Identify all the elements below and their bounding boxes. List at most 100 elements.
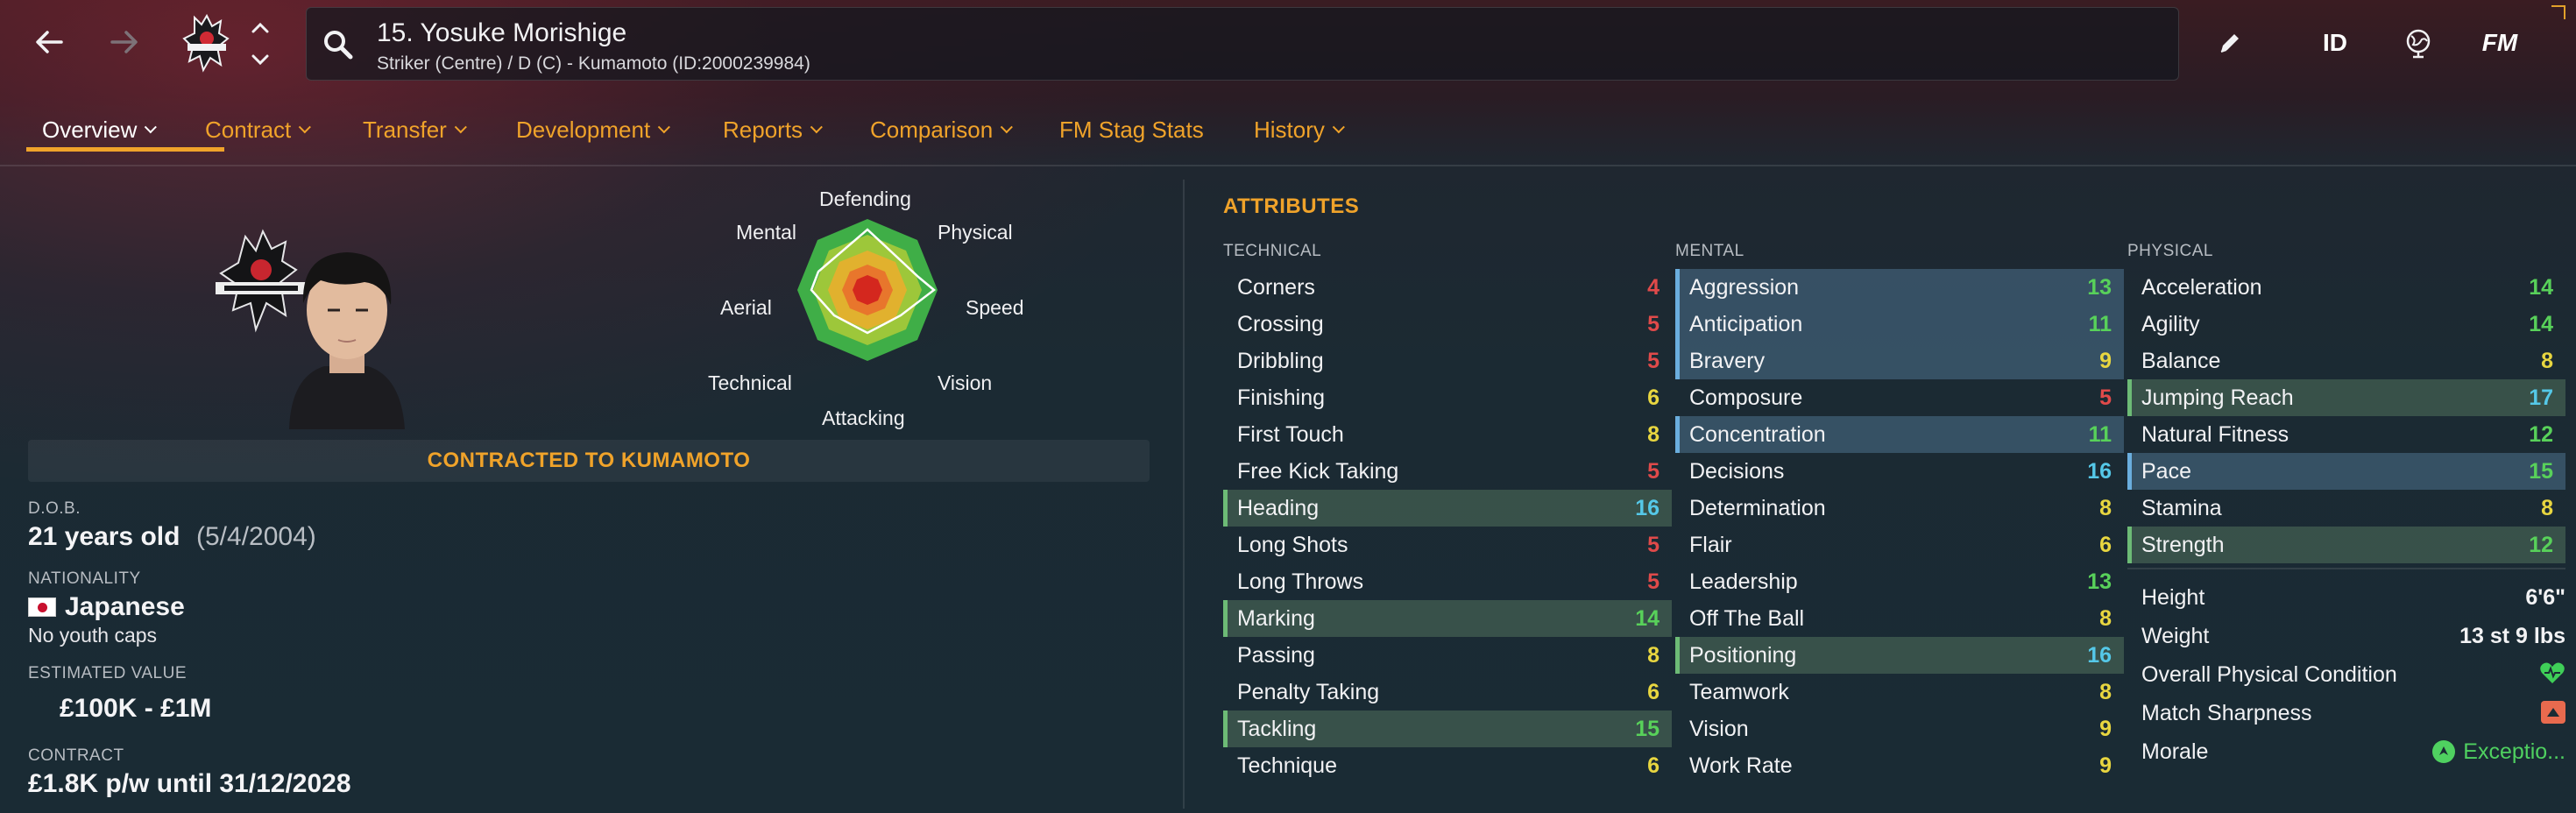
attribute-name: Tackling xyxy=(1237,717,1317,741)
attribute-row-jumping-reach[interactable]: Jumping Reach 17 xyxy=(2127,379,2565,416)
attribute-value: 8 xyxy=(1647,643,1660,668)
attribute-row-vision[interactable]: Vision 9 xyxy=(1675,710,2124,747)
attribute-row-dribbling[interactable]: Dribbling 5 xyxy=(1223,343,1672,379)
tab-overview[interactable]: Overview xyxy=(42,110,158,149)
attribute-row-aggression[interactable]: Aggression 13 xyxy=(1675,269,2124,306)
attribute-name: Composure xyxy=(1689,385,1803,410)
tab-history[interactable]: History xyxy=(1254,110,1345,149)
height-value: 6'6" xyxy=(2525,585,2565,610)
globe-icon[interactable] xyxy=(2394,21,2443,65)
morale-text: Exceptio... xyxy=(2463,739,2565,764)
attribute-name: Corners xyxy=(1237,275,1315,300)
attribute-row-flair[interactable]: Flair 6 xyxy=(1675,527,2124,563)
attribute-row-bravery[interactable]: Bravery 9 xyxy=(1675,343,2124,379)
attribute-row-positioning[interactable]: Positioning 16 xyxy=(1675,637,2124,674)
match-sharpness-row[interactable]: Match Sharpness xyxy=(2127,694,2565,732)
corner-indicator xyxy=(2551,5,2565,19)
radar-label-mental: Mental xyxy=(736,221,797,244)
attribute-name: Dribbling xyxy=(1237,349,1324,373)
morale-row[interactable]: Morale Exceptio... xyxy=(2127,732,2565,771)
fm-button[interactable]: FM xyxy=(2469,21,2530,65)
radar-label-speed: Speed xyxy=(966,296,1024,319)
attribute-name: Natural Fitness xyxy=(2141,422,2289,447)
attribute-row-corners[interactable]: Corners 4 xyxy=(1223,269,1672,306)
tab-fm-stag-stats[interactable]: FM Stag Stats xyxy=(1059,110,1204,149)
attribute-row-off-the-ball[interactable]: Off The Ball 8 xyxy=(1675,600,2124,637)
tab-development[interactable]: Development xyxy=(516,110,671,149)
tab-contract[interactable]: Contract xyxy=(205,110,312,149)
attribute-row-composure[interactable]: Composure 5 xyxy=(1675,379,2124,416)
attribute-value: 14 xyxy=(2529,312,2553,336)
chevron-down-icon xyxy=(810,121,823,134)
search-icon[interactable] xyxy=(321,27,356,62)
attribute-row-penalty-taking[interactable]: Penalty Taking 6 xyxy=(1223,674,1672,710)
attribute-row-finishing[interactable]: Finishing 6 xyxy=(1223,379,1672,416)
club-badge-icon[interactable] xyxy=(175,12,238,75)
radar-label-attacking: Attacking xyxy=(822,406,905,429)
attribute-row-first-touch[interactable]: First Touch 8 xyxy=(1223,416,1672,453)
back-arrow-icon[interactable] xyxy=(25,18,74,67)
attribute-row-agility[interactable]: Agility 14 xyxy=(2127,306,2565,343)
tab-transfer[interactable]: Transfer xyxy=(363,110,467,149)
tab-bar: Overview Contract Transfer Development R… xyxy=(0,103,2576,156)
attribute-row-tackling[interactable]: Tackling 15 xyxy=(1223,710,1672,747)
attribute-row-strength[interactable]: Strength 12 xyxy=(2127,527,2565,563)
player-search-box[interactable]: 15. Yosuke Morishige Striker (Centre) / … xyxy=(306,7,2179,81)
attribute-row-technique[interactable]: Technique 6 xyxy=(1223,747,1672,784)
attribute-name: Marking xyxy=(1237,606,1315,631)
nationality-value[interactable]: Japanese xyxy=(65,592,185,622)
attribute-row-heading[interactable]: Heading 16 xyxy=(1223,490,1672,527)
attribute-value: 14 xyxy=(1635,606,1660,631)
forward-arrow-icon[interactable] xyxy=(100,18,149,67)
tab-comparison[interactable]: Comparison xyxy=(870,110,1014,149)
attribute-row-determination[interactable]: Determination 8 xyxy=(1675,490,2124,527)
divider xyxy=(1183,180,1185,809)
morale-icon xyxy=(2432,740,2456,763)
nationality-label: NATIONALITY xyxy=(28,569,141,588)
attribute-name: Positioning xyxy=(1689,643,1797,668)
attribute-row-work-rate[interactable]: Work Rate 9 xyxy=(1675,747,2124,784)
attribute-value: 8 xyxy=(2099,496,2112,520)
attribute-row-teamwork[interactable]: Teamwork 8 xyxy=(1675,674,2124,710)
attribute-value: 16 xyxy=(2087,643,2112,668)
tab-reports[interactable]: Reports xyxy=(723,110,823,149)
attribute-name: Crossing xyxy=(1237,312,1324,336)
tab-label: Development xyxy=(516,116,651,143)
attribute-row-crossing[interactable]: Crossing 5 xyxy=(1223,306,1672,343)
attribute-value: 13 xyxy=(2087,275,2112,300)
attribute-value: 5 xyxy=(2099,385,2112,410)
attribute-row-stamina[interactable]: Stamina 8 xyxy=(2127,490,2565,527)
attribute-row-anticipation[interactable]: Anticipation 11 xyxy=(1675,306,2124,343)
attribute-row-long-throws[interactable]: Long Throws 5 xyxy=(1223,563,1672,600)
attribute-row-acceleration[interactable]: Acceleration 14 xyxy=(2127,269,2565,306)
attribute-row-decisions[interactable]: Decisions 16 xyxy=(1675,453,2124,490)
player-switch-arrows[interactable] xyxy=(247,19,273,68)
attribute-row-leadership[interactable]: Leadership 13 xyxy=(1675,563,2124,600)
radar-label-physical: Physical xyxy=(938,221,1013,244)
dob-value: (5/4/2004) xyxy=(196,522,316,551)
attribute-value: 12 xyxy=(2529,533,2553,557)
japan-flag-icon[interactable] xyxy=(28,597,56,617)
attribute-row-pace[interactable]: Pace 15 xyxy=(2127,453,2565,490)
attribute-row-marking[interactable]: Marking 14 xyxy=(1223,600,1672,637)
attribute-row-free-kick-taking[interactable]: Free Kick Taking 5 xyxy=(1223,453,1672,490)
attribute-row-long-shots[interactable]: Long Shots 5 xyxy=(1223,527,1672,563)
tab-label: Reports xyxy=(723,116,803,143)
pencil-icon[interactable] xyxy=(2208,21,2252,65)
attribute-row-balance[interactable]: Balance 8 xyxy=(2127,343,2565,379)
attribute-row-passing[interactable]: Passing 8 xyxy=(1223,637,1672,674)
attribute-value: 8 xyxy=(2541,496,2553,520)
radar-label-technical: Technical xyxy=(708,371,792,394)
attribute-row-concentration[interactable]: Concentration 11 xyxy=(1675,416,2124,453)
id-button[interactable]: ID xyxy=(2304,21,2366,65)
physical-condition-row[interactable]: Overall Physical Condition xyxy=(2127,655,2565,694)
attribute-name: Determination xyxy=(1689,496,1826,520)
attribute-value: 8 xyxy=(2541,349,2553,373)
attribute-value: 15 xyxy=(2529,459,2553,484)
player-name: 15. Yosuke Morishige xyxy=(377,18,627,47)
attribute-row-natural-fitness[interactable]: Natural Fitness 12 xyxy=(2127,416,2565,453)
attribute-value: 6 xyxy=(2099,533,2112,557)
top-bar: 15. Yosuke Morishige Striker (Centre) / … xyxy=(0,0,2576,91)
morale-label: Morale xyxy=(2141,739,2209,764)
attribute-name: Pace xyxy=(2141,459,2191,484)
